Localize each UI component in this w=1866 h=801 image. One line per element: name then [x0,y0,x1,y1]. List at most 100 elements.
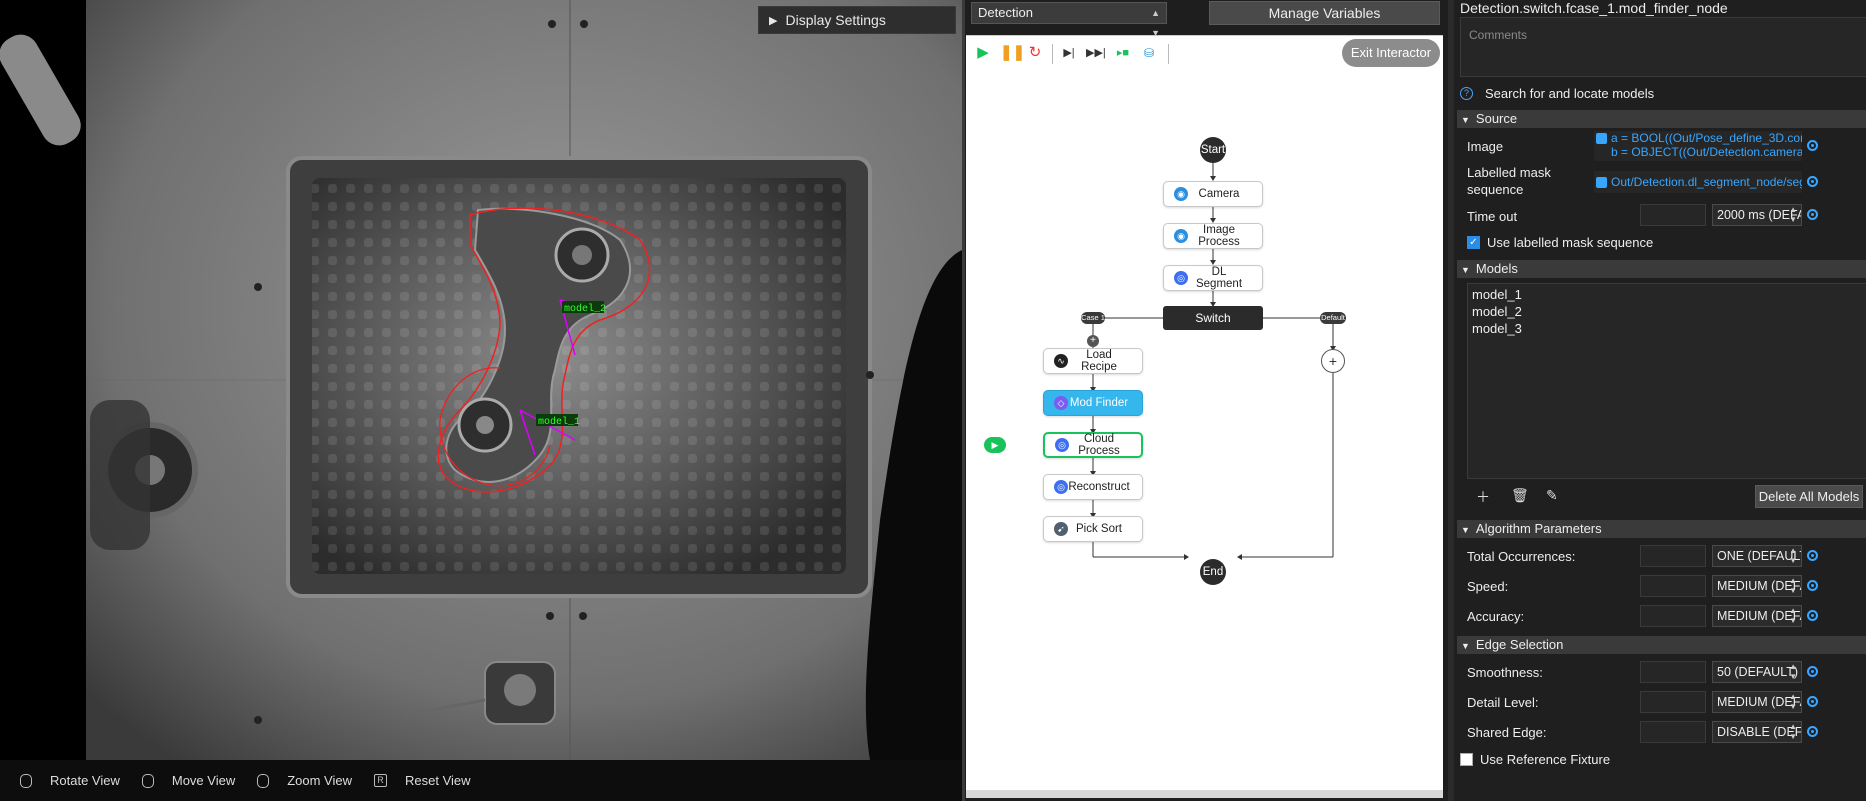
smoothness-target-icon[interactable] [1807,666,1818,677]
updown-arrow-icon: ▲ ▼ [1789,722,1797,741]
image-process-icon: ◉ [1174,229,1188,243]
mask-target-icon[interactable] [1807,176,1818,187]
occurrences-label: Total Occurrences: [1467,549,1576,564]
camera-scene: model_2 model_1 [0,0,962,760]
flow-canvas-scrollbar[interactable] [966,790,1443,798]
speed-select[interactable]: MEDIUM (DEFA ▲ ▼ [1712,575,1802,597]
collapse-triangle-icon: ▼ [1461,641,1470,651]
use-labelled-mask-checkbox[interactable]: ✓ [1467,236,1480,249]
detail-level-select[interactable]: MEDIUM (DEFA ▲ ▼ [1712,691,1802,713]
models-section-header[interactable]: ▼ Models [1457,260,1866,278]
camera-node-label: Camera [1198,188,1240,200]
current-step-indicator: ▶ [984,437,1006,453]
camera-node[interactable]: ◉ Camera [1163,181,1263,207]
source-section-header[interactable]: ▼ Source [1457,110,1866,128]
use-reference-fixture-checkbox[interactable] [1460,753,1473,766]
dl-segment-node[interactable]: ◎ DL Segment [1163,265,1263,291]
image-viewer[interactable]: model_2 model_1 ▶ Display Settings Rotat… [0,0,962,801]
labelled-mask-link-field[interactable]: Out/Detection.dl_segment_node/segme [1594,171,1802,193]
algorithm-header-label: Algorithm Parameters [1475,521,1602,536]
cloud-process-node-label: Cloud Process [1078,433,1120,457]
smoothness-select-value: 50 (DEFAULT) [1717,665,1799,679]
start-node[interactable]: Start [1200,137,1226,163]
mod-finder-icon: ◇ [1054,396,1068,410]
load-recipe-node-label: Load Recipe [1081,349,1117,373]
accuracy-input[interactable] [1640,605,1706,627]
pick-sort-node-label: Pick Sort [1075,523,1122,535]
image-process-node-label: Image Process [1198,224,1240,248]
edge-section-header[interactable]: ▼ Edge Selection [1457,636,1866,654]
detail-level-label: Detail Level: [1467,695,1539,710]
node-description-text: Search for and locate models [1485,85,1655,101]
pick-sort-node[interactable]: ➹ Pick Sort [1043,516,1143,542]
mod-finder-node[interactable]: ◇ Mod Finder [1043,390,1143,416]
list-item[interactable]: model_2 [1472,303,1862,320]
occurrences-select[interactable]: ONE (DEFAULT ▲ ▼ [1712,545,1802,567]
mouse-right-icon [141,773,154,788]
speed-input[interactable] [1640,575,1706,597]
timeout-target-icon[interactable] [1807,209,1818,220]
timeout-label: Time out [1467,209,1518,224]
display-settings-toggle[interactable]: ▶ Display Settings [758,6,956,34]
mod-finder-node-label: Mod Finder [1069,397,1129,409]
updown-arrow-icon: ▲ ▼ [1789,205,1797,224]
image-label: Image [1467,139,1504,154]
edit-icon[interactable]: ✎ [1546,487,1558,504]
camera-image[interactable]: model_2 model_1 [0,0,962,760]
list-item[interactable]: model_1 [1472,286,1862,303]
flow-canvas[interactable]: ▶ ❚❚ ↻ ▶| ▶▶| ▸■ ⛁ Exit Interactor Start… [966,35,1443,790]
image-link-field[interactable]: a = BOOL((Out/Pose_define_3D.constan b =… [1594,131,1802,161]
flow-editor-pane: Detection ▲ ▼ Manage Variables ▶ ❚❚ ↻ ▶| … [965,0,1448,801]
add-model-icon[interactable]: ＋ [1476,487,1490,507]
reset-view-hint: R Reset View [374,773,471,788]
timeout-input[interactable] [1640,204,1706,226]
occurrences-target-icon[interactable] [1807,550,1818,561]
accuracy-target-icon[interactable] [1807,610,1818,621]
models-list[interactable]: model_1 model_2 model_3 [1467,283,1866,479]
manage-variables-button[interactable]: Manage Variables [1209,1,1440,25]
trash-icon[interactable]: 🗑 [1511,487,1529,504]
image-process-node[interactable]: ◉ Image Process [1163,223,1263,249]
labelled-mask-value: Out/Detection.dl_segment_node/segme [1611,175,1802,189]
camera-icon: ◉ [1174,187,1188,201]
updown-arrow-icon: ▲ ▼ [1789,662,1797,681]
smoothness-input[interactable] [1640,661,1706,683]
comments-field[interactable]: Comments [1460,17,1866,77]
smoothness-label: Smoothness: [1467,665,1543,680]
models-header-label: Models [1475,261,1518,276]
reconstruct-node[interactable]: ◎ Reconstruct [1043,474,1143,500]
app-root: model_2 model_1 ▶ Display Settings Rotat… [0,0,1866,801]
end-node[interactable]: End [1200,559,1226,585]
delete-all-models-button[interactable]: Delete All Models [1755,485,1863,508]
reset-view-label: Reset View [405,773,471,788]
timeout-select[interactable]: 2000 ms (DEFA ▲ ▼ [1712,204,1802,226]
accuracy-select[interactable]: MEDIUM (DEFA ▲ ▼ [1712,605,1802,627]
cloud-process-node[interactable]: ◎ Cloud Process [1043,432,1143,458]
reconstruct-node-label: Reconstruct [1068,481,1130,493]
updown-arrow-icon: ▲ ▼ [1789,606,1797,625]
algorithm-section-header[interactable]: ▼ Algorithm Parameters [1457,520,1866,538]
detail-level-input[interactable] [1640,691,1706,713]
image-target-icon[interactable] [1807,140,1818,151]
list-item[interactable]: model_3 [1472,320,1862,337]
image-link-line2: b = OBJECT((Out/Detection.camera_noc [1611,145,1802,159]
speed-label: Speed: [1467,579,1509,594]
occurrences-input[interactable] [1640,545,1706,567]
shared-edge-select[interactable]: DISABLE (DEFA ▲ ▼ [1712,721,1802,743]
default-tag[interactable]: Default [1320,312,1346,324]
flow-select[interactable]: Detection ▲ ▼ [971,2,1167,38]
smoothness-select[interactable]: 50 (DEFAULT) ▲ ▼ [1712,661,1802,683]
reconstruct-icon: ◎ [1054,480,1068,494]
shared-edge-target-icon[interactable] [1807,726,1818,737]
shared-edge-input[interactable] [1640,721,1706,743]
add-case-node-button[interactable]: + [1087,335,1099,347]
load-recipe-node[interactable]: ∿ Load Recipe [1043,348,1143,374]
speed-target-icon[interactable] [1807,580,1818,591]
case-1-tag[interactable]: Case 1 [1081,312,1105,324]
help-icon[interactable]: ? [1460,86,1473,100]
zoom-view-hint: Zoom View [257,773,352,788]
add-default-node-button[interactable]: + [1321,349,1345,373]
updown-arrow-icon: ▲ ▼ [1789,546,1797,565]
detail-level-target-icon[interactable] [1807,696,1818,707]
switch-node[interactable]: Switch [1163,306,1263,330]
